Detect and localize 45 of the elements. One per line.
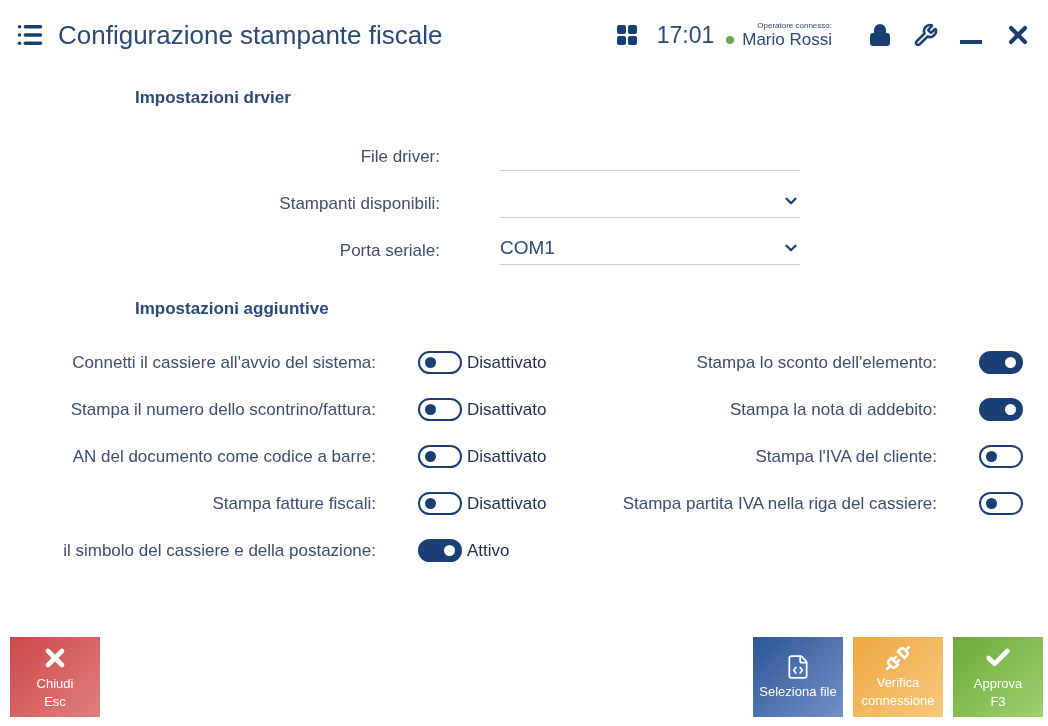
toggle-switch[interactable] xyxy=(418,445,462,468)
setting-label: Stampa l'IVA del cliente: xyxy=(754,446,937,467)
toggle-switch[interactable] xyxy=(979,398,1023,421)
lock-button[interactable] xyxy=(868,23,892,47)
unplug-icon xyxy=(885,644,911,671)
tools-button[interactable] xyxy=(914,23,938,47)
field-label: Stampanti disponibili: xyxy=(278,194,440,215)
toggle-switch[interactable] xyxy=(979,492,1023,515)
section-title: Impostazioni aggiuntive xyxy=(134,299,330,319)
select-field[interactable]: COM1 xyxy=(500,232,800,265)
file-code-icon xyxy=(785,653,811,680)
clock-time: 17:01 xyxy=(656,21,715,49)
approve-button[interactable]: Approva F3 xyxy=(953,637,1043,717)
field-label: Porta seriale: xyxy=(338,241,440,262)
minimize-icon xyxy=(960,40,982,44)
toggle-switch[interactable] xyxy=(418,351,462,374)
toggle-switch[interactable] xyxy=(418,492,462,515)
operator-name: Mario Rossi xyxy=(742,29,832,50)
toggle-status: Disattivato xyxy=(467,399,548,420)
field-label: File driver: xyxy=(359,147,440,168)
toggle-status: Disattivato xyxy=(467,493,548,514)
setting-label: Connetti il cassiere all'avvio del sistema: xyxy=(71,352,376,373)
setting-label: Stampa lo sconto dell'elemento: xyxy=(695,352,937,373)
close-button[interactable]: Chiudi Esc xyxy=(10,637,100,717)
section-title: Impostazioni drvier xyxy=(134,88,292,108)
connection-button[interactable]: Verifica connessione xyxy=(853,637,943,717)
setting-label: il simbolo del cassiere e della postazione: xyxy=(62,540,376,561)
toggle-status: Disattivato xyxy=(467,446,548,467)
setting-label: Stampa il numero dello scontrino/fattura: xyxy=(69,399,376,420)
toggle-status: Attivo xyxy=(467,540,511,561)
setting-label: Stampa la nota di addebito: xyxy=(729,399,937,420)
toggle-switch[interactable] xyxy=(979,445,1023,468)
toggle-switch[interactable] xyxy=(418,539,462,562)
toggle-status: Disattivato xyxy=(467,352,548,373)
wrench-icon xyxy=(914,23,938,47)
tiles-icon[interactable] xyxy=(614,23,639,47)
operator-caption: Operatore connesso: xyxy=(757,20,832,30)
file-button[interactable]: Seleziona file xyxy=(753,637,843,717)
setting-label: Stampa fatture fiscali: xyxy=(211,493,376,514)
toggle-switch[interactable] xyxy=(979,351,1023,374)
lock-icon xyxy=(868,23,892,47)
setting-label: AN del documento come codice a barre: xyxy=(71,446,376,467)
setting-label: Stampa partita IVA nella riga del cassiere: xyxy=(621,493,937,514)
window-title: Configurazione stampante fiscale xyxy=(58,19,444,51)
toggle-switch[interactable] xyxy=(418,398,462,421)
